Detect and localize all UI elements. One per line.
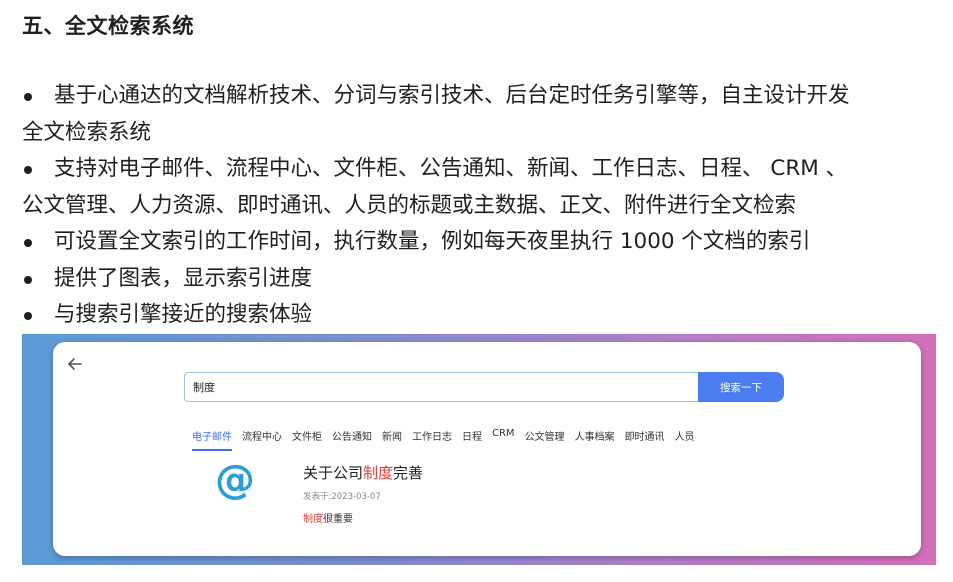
feature-text: 基于心通达的文档解析技术、分词与索引技术、后台定时任务引擎等，自主设计开发 — [54, 83, 850, 108]
feature-item: 与搜索引擎接近的搜索体验 — [22, 297, 937, 334]
feature-item: 基于心通达的文档解析技术、分词与索引技术、后台定时任务引擎等，自主设计开发 全文… — [22, 78, 937, 151]
category-tabs: 电子邮件 流程中心 文件柜 公告通知 新闻 工作日志 日程 CRM 公文管理 人… — [192, 428, 695, 451]
tab-crm[interactable]: CRM — [492, 428, 515, 451]
tab-workflow[interactable]: 流程中心 — [242, 428, 282, 451]
feature-text: 支持对电子邮件、流程中心、文件柜、公告通知、新闻、工作日志、日程、 CRM 、 — [54, 156, 848, 181]
tab-news[interactable]: 新闻 — [382, 428, 402, 451]
search-page-card: 搜索一下 电子邮件 流程中心 文件柜 公告通知 新闻 工作日志 日程 CRM 公… — [53, 342, 921, 556]
search-screenshot: 搜索一下 电子邮件 流程中心 文件柜 公告通知 新闻 工作日志 日程 CRM 公… — [22, 334, 936, 565]
result-title[interactable]: 关于公司制度完善 — [303, 462, 423, 483]
feature-text: 可设置全文索引的工作时间，执行数量，例如每天夜里执行 1000 个文档的索引 — [54, 229, 811, 254]
tab-people[interactable]: 人员 — [675, 428, 695, 451]
tab-email[interactable]: 电子邮件 — [192, 428, 232, 451]
bullet-dot — [24, 93, 32, 101]
feature-text: 与搜索引擎接近的搜索体验 — [54, 302, 313, 327]
search-input[interactable] — [184, 372, 698, 402]
feature-item: 提供了图表，显示索引进度 — [22, 261, 937, 298]
tab-hr-files[interactable]: 人事档案 — [575, 428, 615, 451]
tab-schedule[interactable]: 日程 — [462, 428, 482, 451]
bullet-dot — [24, 166, 32, 174]
back-arrow-icon[interactable] — [65, 354, 85, 374]
tab-instant-messaging[interactable]: 即时通讯 — [625, 428, 665, 451]
feature-list: 基于心通达的文档解析技术、分词与索引技术、后台定时任务引擎等，自主设计开发 全文… — [22, 78, 937, 334]
at-icon: @ — [215, 457, 255, 503]
feature-text: 提供了图表，显示索引进度 — [54, 265, 313, 291]
bullet-dot — [24, 312, 32, 320]
tab-work-log[interactable]: 工作日志 — [412, 428, 452, 451]
tab-announcements[interactable]: 公告通知 — [332, 428, 372, 451]
feature-item: 可设置全文索引的工作时间，执行数量，例如每天夜里执行 1000 个文档的索引 — [22, 224, 937, 261]
feature-text-cont: 公文管理、人力资源、即时通讯、人员的标题或主数据、正文、附件进行全文检索 — [22, 192, 797, 218]
feature-text-cont: 全文检索系统 — [22, 119, 152, 145]
highlight-term: 制度 — [363, 464, 394, 482]
feature-item: 支持对电子邮件、流程中心、文件柜、公告通知、新闻、工作日志、日程、 CRM 、 … — [22, 151, 937, 224]
bullet-dot — [24, 239, 32, 247]
highlight-term: 制度 — [303, 514, 323, 525]
bullet-dot — [24, 275, 32, 284]
result-date: 发表于:2023-03-07 — [303, 492, 381, 502]
tab-file-cabinet[interactable]: 文件柜 — [292, 428, 322, 451]
search-bar: 搜索一下 — [184, 372, 784, 402]
section-heading: 五、全文检索系统 — [22, 14, 194, 38]
tab-official-docs[interactable]: 公文管理 — [525, 428, 565, 451]
result-snippet: 制度很重要 — [303, 514, 353, 525]
search-button[interactable]: 搜索一下 — [698, 372, 784, 402]
